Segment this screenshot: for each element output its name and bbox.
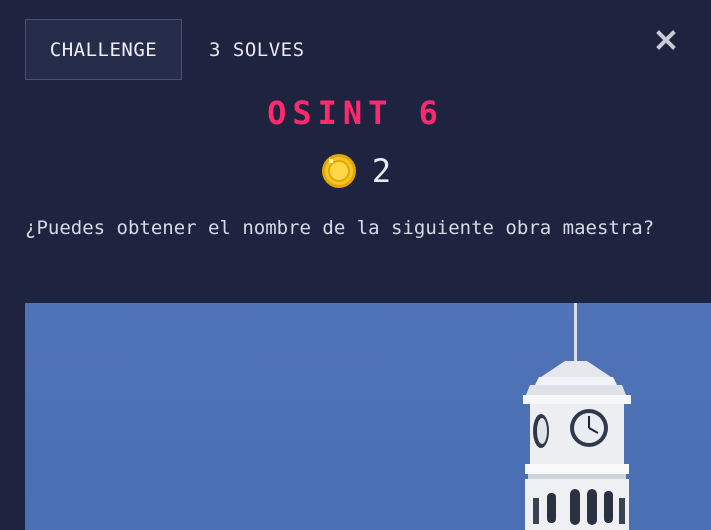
points-value: 2 (371, 152, 392, 190)
coin-icon (321, 154, 356, 188)
challenge-image (25, 303, 711, 530)
challenge-points: 2 (0, 152, 711, 190)
close-icon[interactable] (655, 29, 677, 51)
tab-challenge[interactable]: CHALLENGE (25, 19, 182, 80)
challenge-description: ¿Puedes obtener el nombre de la siguient… (25, 217, 655, 239)
challenge-title: OSINT 6 (267, 94, 444, 132)
tab-solves[interactable]: 3 SOLVES (209, 19, 305, 80)
